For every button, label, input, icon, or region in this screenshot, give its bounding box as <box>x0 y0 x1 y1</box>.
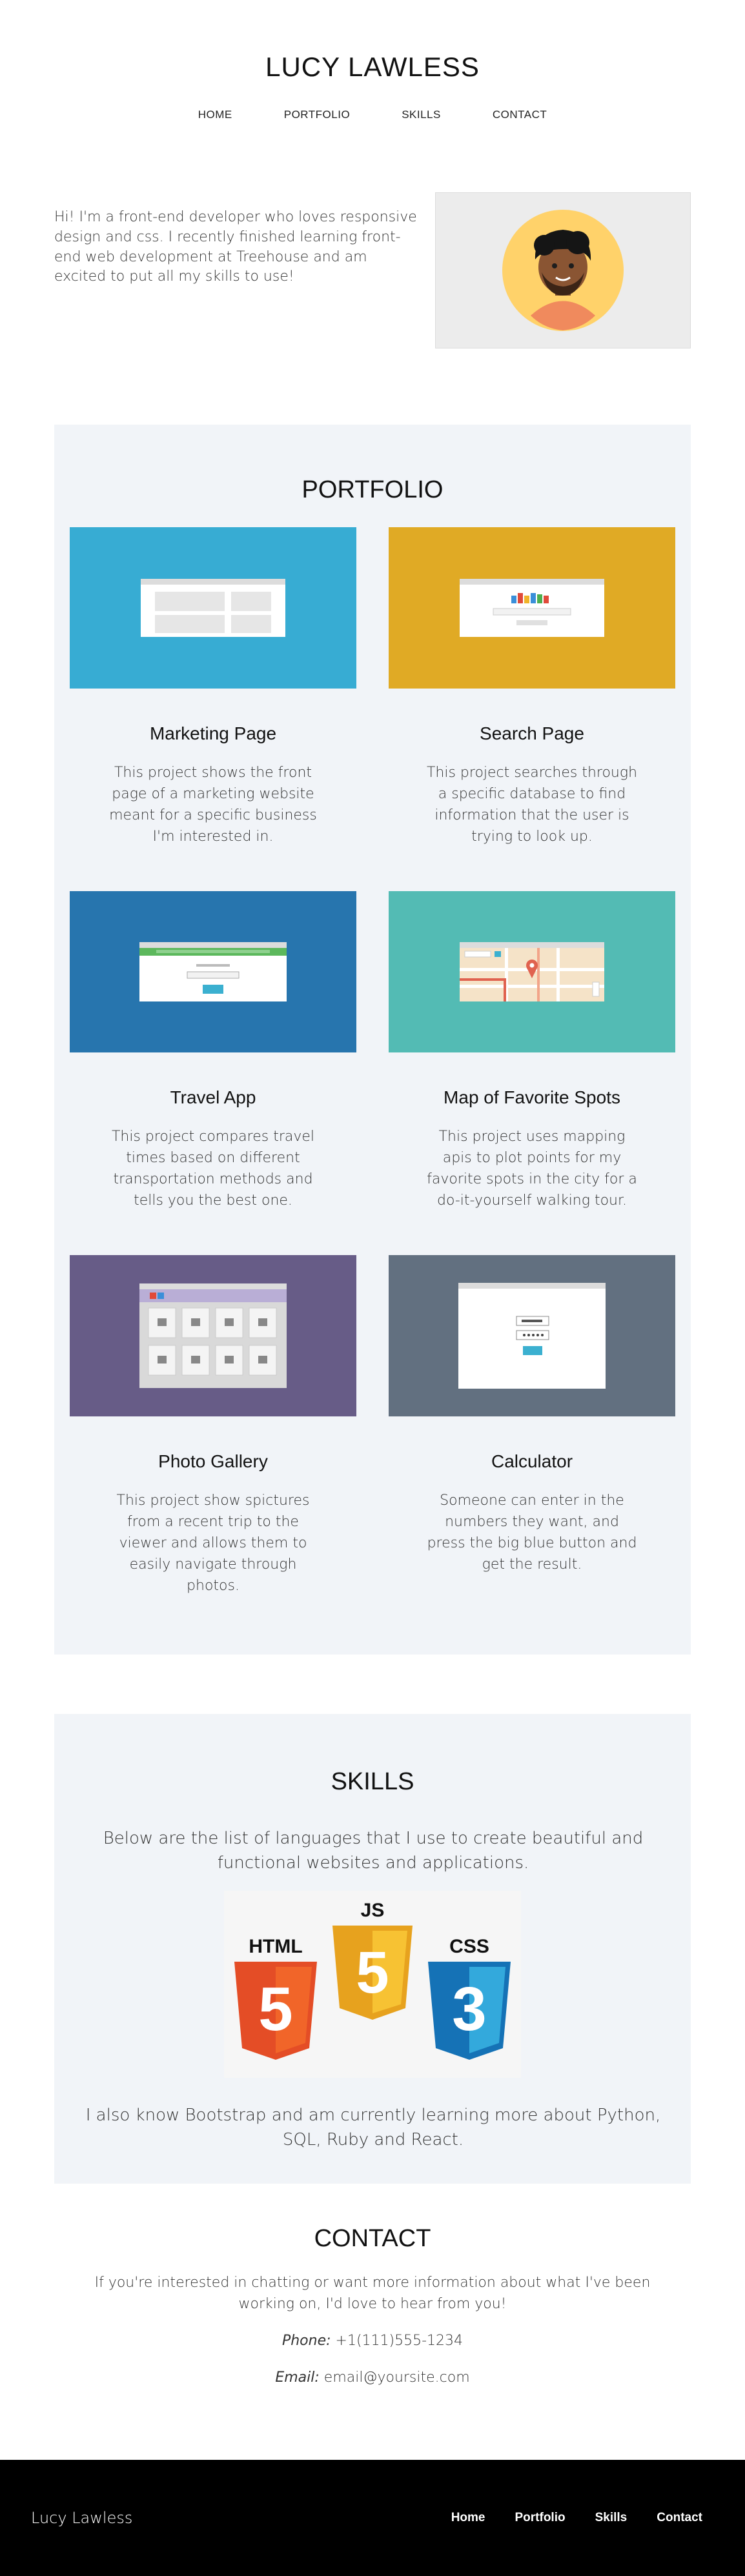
footer-link-skills[interactable]: Skills <box>595 2511 628 2525</box>
contact-phone: Phone: +1(111)555-1234 <box>54 2330 691 2351</box>
svg-text:CSS: CSS <box>449 1936 489 1957</box>
project-grid: Marketing Page This project shows the fr… <box>70 527 675 1596</box>
skills-logos: HTML 5 JS 5 CSS 3 <box>224 1891 521 2078</box>
project-title: Map of Favorite Spots <box>444 1087 620 1107</box>
email-address[interactable]: email@yoursite.com <box>324 2370 470 2386</box>
avatar-icon <box>502 210 624 331</box>
project-title: Marketing Page <box>149 723 277 743</box>
contact-title: CONTACT <box>314 2224 431 2252</box>
footer-link-home[interactable]: Home <box>451 2511 485 2525</box>
contact-email: Email: email@yoursite.com <box>54 2367 691 2388</box>
project-title: Travel App <box>170 1087 256 1107</box>
travel-app-window-icon <box>139 942 287 1001</box>
browser-window-icon <box>141 579 285 637</box>
calculator-window-icon <box>458 1283 606 1389</box>
svg-text:HTML: HTML <box>249 1936 302 1957</box>
project-description: This project shows the front page of a m… <box>109 765 317 845</box>
site-header: LUCY LAWLESS HOME PORTFOLIO SKILLS CONTA… <box>0 0 745 121</box>
intro-text: Hi! I'm a front-end developer who loves … <box>54 209 417 285</box>
project-card: Marketing Page This project shows the fr… <box>70 527 356 847</box>
svg-text:JS: JS <box>361 1900 385 1921</box>
avatar-container <box>435 192 691 348</box>
project-card: Map of Favorite Spots This project uses … <box>389 891 675 1211</box>
phone-label: Phone: <box>281 2332 331 2349</box>
project-card: Search Page This project searches throug… <box>389 527 675 847</box>
contact-section: CONTACT If you're interested in chatting… <box>54 2225 691 2388</box>
nav-link-portfolio[interactable]: PORTFOLIO <box>284 108 350 121</box>
project-thumbnail[interactable] <box>70 527 356 689</box>
svg-text:5: 5 <box>356 1940 389 2006</box>
contact-intro: If you're interested in chatting or want… <box>94 2274 651 2312</box>
skills-intro: Below are the list of languages that I u… <box>103 1829 644 1873</box>
project-title: Photo Gallery <box>158 1451 268 1471</box>
project-description: This project uses mapping apis to plot p… <box>427 1129 637 1209</box>
project-card: Calculator Someone can enter in the numb… <box>389 1255 675 1596</box>
footer-link-contact[interactable]: Contact <box>657 2511 702 2525</box>
project-thumbnail[interactable] <box>389 891 675 1052</box>
language-logos-icon: HTML 5 JS 5 CSS 3 <box>234 1900 511 2060</box>
main-nav: HOME PORTFOLIO SKILLS CONTACT <box>0 108 745 121</box>
nav-link-skills[interactable]: SKILLS <box>402 108 441 121</box>
site-footer: Lucy Lawless Home Portfolio Skills Conta… <box>0 2460 745 2576</box>
footer-link-portfolio[interactable]: Portfolio <box>515 2511 566 2525</box>
nav-link-home[interactable]: HOME <box>198 108 232 121</box>
project-thumbnail[interactable] <box>70 891 356 1052</box>
email-label: Email: <box>275 2369 320 2386</box>
intro-section: Hi! I'm a front-end developer who loves … <box>54 192 691 348</box>
project-description: This project show spictures from a recen… <box>116 1493 310 1594</box>
portfolio-title: PORTFOLIO <box>301 476 444 503</box>
portfolio-section: PORTFOLIO Marketing Page This project sh… <box>54 425 691 1655</box>
photo-gallery-window-icon <box>139 1283 287 1388</box>
project-thumbnail[interactable] <box>389 1255 675 1416</box>
project-card: Travel App This project compares travel … <box>70 891 356 1211</box>
svg-text:3: 3 <box>452 1975 486 2044</box>
skills-section: SKILLS Below are the list of languages t… <box>54 1714 691 2184</box>
svg-text:5: 5 <box>258 1975 292 2044</box>
project-description: This project compares travel times based… <box>111 1129 315 1209</box>
nav-link-contact[interactable]: CONTACT <box>493 108 547 121</box>
phone-number[interactable]: +1(111)555-1234 <box>336 2333 464 2349</box>
css3-logo-icon: CSS 3 <box>428 1936 511 2060</box>
html5-logo-icon: HTML 5 <box>234 1936 317 2060</box>
search-window-icon <box>460 579 604 637</box>
footer-nav: Home Portfolio Skills Contact <box>451 2511 702 2525</box>
project-title: Calculator <box>491 1451 573 1471</box>
map-window-icon <box>460 942 604 1001</box>
site-title: LUCY LAWLESS <box>265 52 480 82</box>
project-description: Someone can enter in the numbers they wa… <box>427 1493 637 1573</box>
skills-outro: I also know Bootstrap and am currently l… <box>85 2106 661 2150</box>
project-card: Photo Gallery This project show spicture… <box>70 1255 356 1596</box>
project-thumbnail[interactable] <box>389 527 675 689</box>
project-description: This project searches through a specific… <box>426 765 638 845</box>
skills-title: SKILLS <box>331 1768 414 1795</box>
project-title: Search Page <box>480 723 584 743</box>
js-logo-icon: JS 5 <box>332 1900 413 2020</box>
footer-brand: Lucy Lawless <box>31 2509 133 2527</box>
project-thumbnail[interactable] <box>70 1255 356 1416</box>
